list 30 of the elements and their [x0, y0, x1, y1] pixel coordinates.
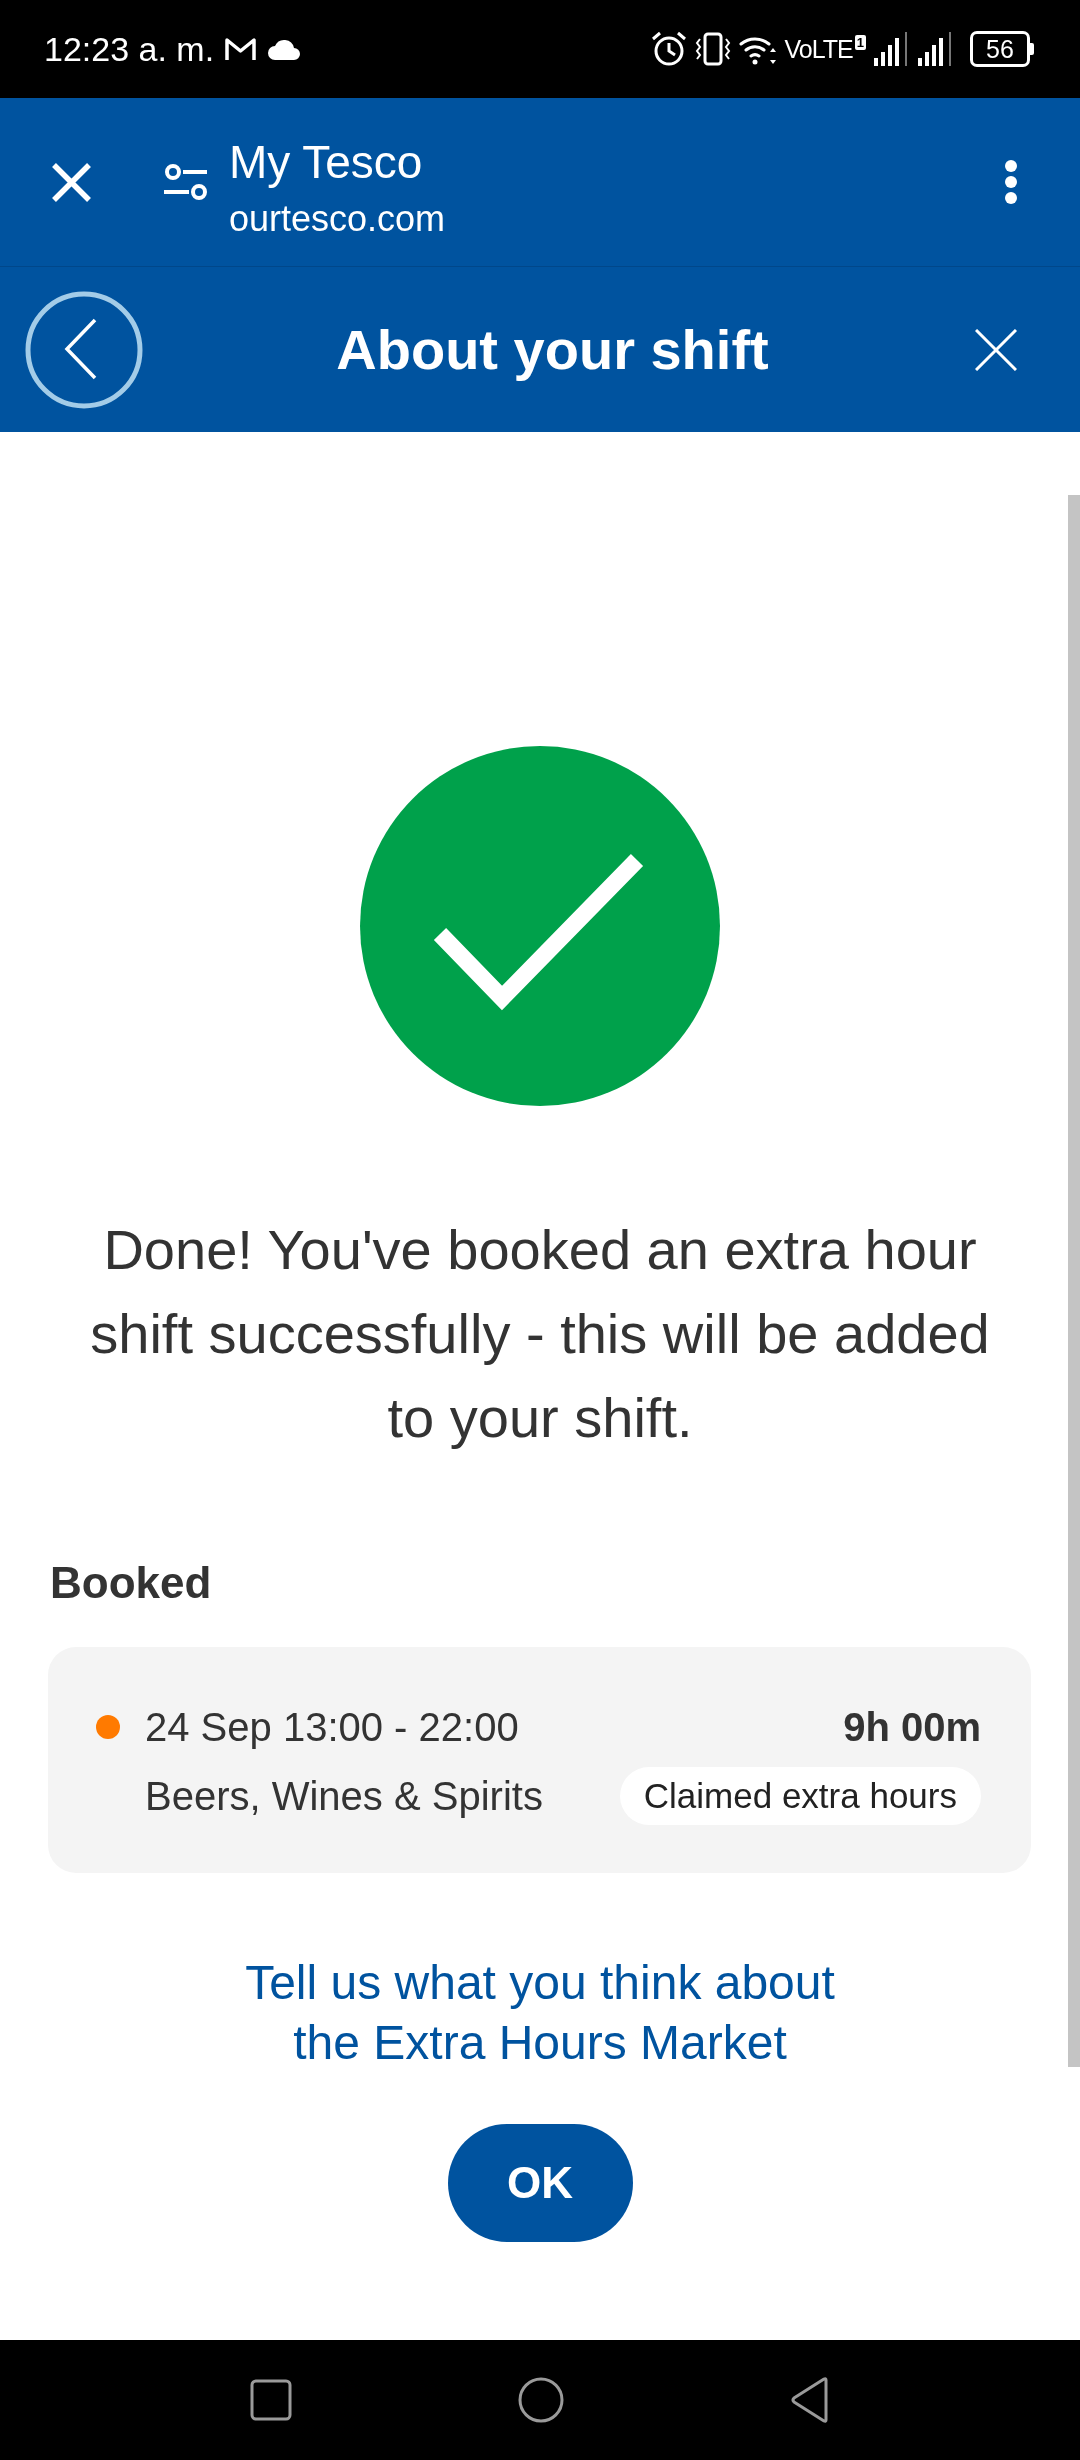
mail-icon — [224, 36, 258, 62]
page-title: My Tesco — [229, 136, 424, 188]
cloud-icon — [267, 38, 302, 60]
feedback-link[interactable]: Tell us what you think about the Extra Hours Market — [220, 1953, 860, 2073]
sim-indicator: 1 — [854, 35, 866, 50]
status-time: 12:23 a. m. — [44, 29, 215, 69]
back-icon[interactable] — [790, 2377, 830, 2423]
back-icon[interactable] — [25, 290, 143, 409]
sliders-icon[interactable] — [164, 164, 207, 200]
close-icon[interactable] — [975, 328, 1017, 371]
shift-tag: Claimed extra hours — [619, 1767, 981, 1825]
close-icon[interactable] — [51, 161, 92, 203]
confirmation-message: Done! You've booked an extra hour shift successfully - this will be added to your shift. — [89, 1217, 991, 1451]
signal-icon — [918, 32, 954, 66]
screen-title: About your shift — [336, 317, 769, 382]
network-label: VoLTE — [784, 34, 853, 64]
section-heading: Booked — [50, 1557, 213, 1609]
recents-icon[interactable] — [250, 2379, 292, 2421]
shift-date-time: 24 Sep 13:00 - 22:00 — [145, 1704, 520, 1751]
page-url: ourtesco.com — [229, 197, 446, 241]
shift-duration: 9h 00m — [843, 1704, 981, 1751]
vibrate-icon — [694, 31, 731, 67]
battery-indicator: 56 — [970, 31, 1034, 67]
ok-button[interactable]: OK — [447, 2124, 633, 2242]
more-options-icon[interactable] — [1004, 159, 1018, 205]
check-circle-icon — [360, 746, 720, 1106]
alarm-clock-icon — [650, 31, 687, 67]
home-icon[interactable] — [518, 2377, 564, 2423]
signal-icon — [874, 32, 910, 66]
shift-department: Beers, Wines & Spirits — [145, 1773, 544, 1820]
